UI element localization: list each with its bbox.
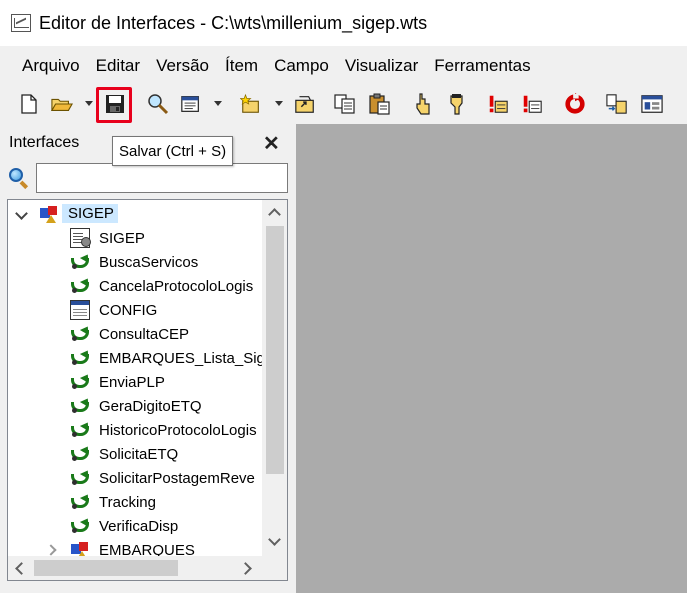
- menu-item[interactable]: Ítem: [217, 56, 266, 76]
- project-icon: [70, 228, 91, 248]
- tree-item[interactable]: EMBARQUES_Lista_Sig: [8, 346, 262, 370]
- open-item-icon[interactable]: [294, 93, 316, 115]
- menu-campo[interactable]: Campo: [266, 56, 337, 76]
- horizontal-scrollbar[interactable]: [8, 556, 262, 580]
- panel-title: Interfaces: [9, 134, 80, 151]
- scroll-right-icon[interactable]: [236, 556, 262, 580]
- menu-bar: Arquivo Editar Versão Ítem Campo Visuali…: [0, 46, 687, 86]
- vertical-scrollbar[interactable]: [262, 200, 287, 556]
- tree-item-label: EnviaPLP: [99, 373, 165, 391]
- refresh-icon[interactable]: [564, 93, 586, 115]
- warning-list-icon[interactable]: [487, 93, 509, 115]
- flow-icon: [70, 516, 90, 536]
- tree-item-label: ConsultaCEP: [99, 325, 190, 343]
- menu-visualizar[interactable]: Visualizar: [337, 56, 426, 76]
- tree-item[interactable]: VerificaDisp: [8, 514, 262, 538]
- tree-item[interactable]: SolicitarPostagemReve: [8, 466, 262, 490]
- table-icon: [70, 300, 90, 320]
- interfaces-tree[interactable]: SIGEP SIGEP BuscaServicos CancelaProtoco…: [7, 199, 288, 581]
- tree-item-label: Tracking: [99, 493, 156, 511]
- save-tooltip: Salvar (Ctrl + S): [112, 136, 234, 166]
- search-input[interactable]: [36, 163, 288, 193]
- flow-icon: [70, 396, 90, 416]
- window-icon[interactable]: [641, 93, 663, 115]
- new-document-icon[interactable]: [18, 93, 40, 115]
- tree-item[interactable]: CancelaProtocoloLogis: [8, 274, 262, 298]
- interface-icon: [39, 204, 59, 224]
- flow-icon: [70, 420, 90, 440]
- tree-root-row[interactable]: SIGEP: [8, 202, 262, 226]
- new-item-icon[interactable]: [240, 93, 262, 115]
- chevron-right-icon[interactable]: [46, 543, 60, 557]
- find-icon[interactable]: [147, 93, 169, 115]
- open-dropdown-icon[interactable]: [85, 101, 93, 106]
- close-icon[interactable]: ✕: [263, 131, 280, 156]
- scrollbar-corner: [262, 556, 287, 580]
- window-title: Editor de Interfaces - C:\wts\millenium_…: [39, 12, 428, 33]
- horizontal-scroll-thumb[interactable]: [34, 560, 178, 576]
- transfer-icon[interactable]: [606, 93, 628, 115]
- scroll-down-icon[interactable]: [262, 530, 287, 556]
- interfaces-panel: Interfaces ✕ SIGEP SIGEP BuscaServicos C…: [0, 124, 294, 593]
- properties-dropdown-icon[interactable]: [214, 101, 222, 106]
- menu-arquivo[interactable]: Arquivo: [14, 56, 88, 76]
- paste-icon[interactable]: [369, 93, 391, 115]
- flow-icon: [70, 372, 90, 392]
- tree-item[interactable]: GeraDigitoETQ: [8, 394, 262, 418]
- flow-icon: [70, 276, 90, 296]
- toolbar: [0, 86, 687, 124]
- tree-item[interactable]: HistoricoProtocoloLogis: [8, 418, 262, 442]
- document-area[interactable]: [296, 124, 687, 593]
- copy-icon[interactable]: [334, 93, 356, 115]
- chevron-down-icon[interactable]: [15, 207, 29, 221]
- open-folder-icon[interactable]: [51, 93, 73, 115]
- flow-icon: [70, 348, 90, 368]
- flow-icon: [70, 252, 90, 272]
- tree-item[interactable]: BuscaServicos: [8, 250, 262, 274]
- pointer-icon[interactable]: [412, 93, 434, 115]
- tree-item-label: HistoricoProtocoloLogis: [99, 421, 257, 439]
- save-button-highlight: [96, 87, 132, 123]
- scroll-up-icon[interactable]: [262, 200, 287, 226]
- tree-item-label: CONFIG: [99, 301, 158, 319]
- flow-icon: [70, 492, 90, 512]
- flow-icon: [70, 444, 90, 464]
- menu-versao[interactable]: Versão: [148, 56, 217, 76]
- tree-item-label: SolicitaETQ: [99, 445, 179, 463]
- flow-icon: [70, 468, 90, 488]
- tree-root-label: SIGEP: [62, 204, 118, 223]
- flow-icon: [70, 324, 90, 344]
- error-list-icon[interactable]: [521, 93, 543, 115]
- app-icon: [11, 14, 31, 32]
- tree-item[interactable]: SIGEP: [8, 226, 262, 250]
- tree-item-label: SIGEP: [99, 229, 145, 247]
- title-bar: Editor de Interfaces - C:\wts\millenium_…: [0, 0, 687, 46]
- new-item-dropdown-icon[interactable]: [275, 101, 283, 106]
- tree-item[interactable]: CONFIG: [8, 298, 262, 322]
- menu-ferramentas[interactable]: Ferramentas: [426, 56, 538, 76]
- tree-item-label: GeraDigitoETQ: [99, 397, 202, 415]
- editor-window: Editor de Interfaces - C:\wts\millenium_…: [0, 0, 687, 593]
- tree-item-label: SolicitarPostagemReve: [99, 469, 255, 487]
- search-icon[interactable]: [8, 167, 30, 190]
- tree-item-label: BuscaServicos: [99, 253, 199, 271]
- tree-item-label: VerificaDisp: [99, 517, 179, 535]
- search-row: [0, 162, 294, 196]
- vertical-scroll-thumb[interactable]: [266, 226, 284, 474]
- tree-item-label: EMBARQUES_Lista_Sig: [99, 349, 262, 367]
- tree-item[interactable]: EnviaPLP: [8, 370, 262, 394]
- scroll-left-icon[interactable]: [8, 556, 34, 580]
- tree-item[interactable]: Tracking: [8, 490, 262, 514]
- hand-icon[interactable]: [446, 93, 468, 115]
- tree-item[interactable]: ConsultaCEP: [8, 322, 262, 346]
- tree-item-label: CancelaProtocoloLogis: [99, 277, 254, 295]
- properties-icon[interactable]: [180, 93, 202, 115]
- tree-item[interactable]: SolicitaETQ: [8, 442, 262, 466]
- menu-editar[interactable]: Editar: [88, 56, 148, 76]
